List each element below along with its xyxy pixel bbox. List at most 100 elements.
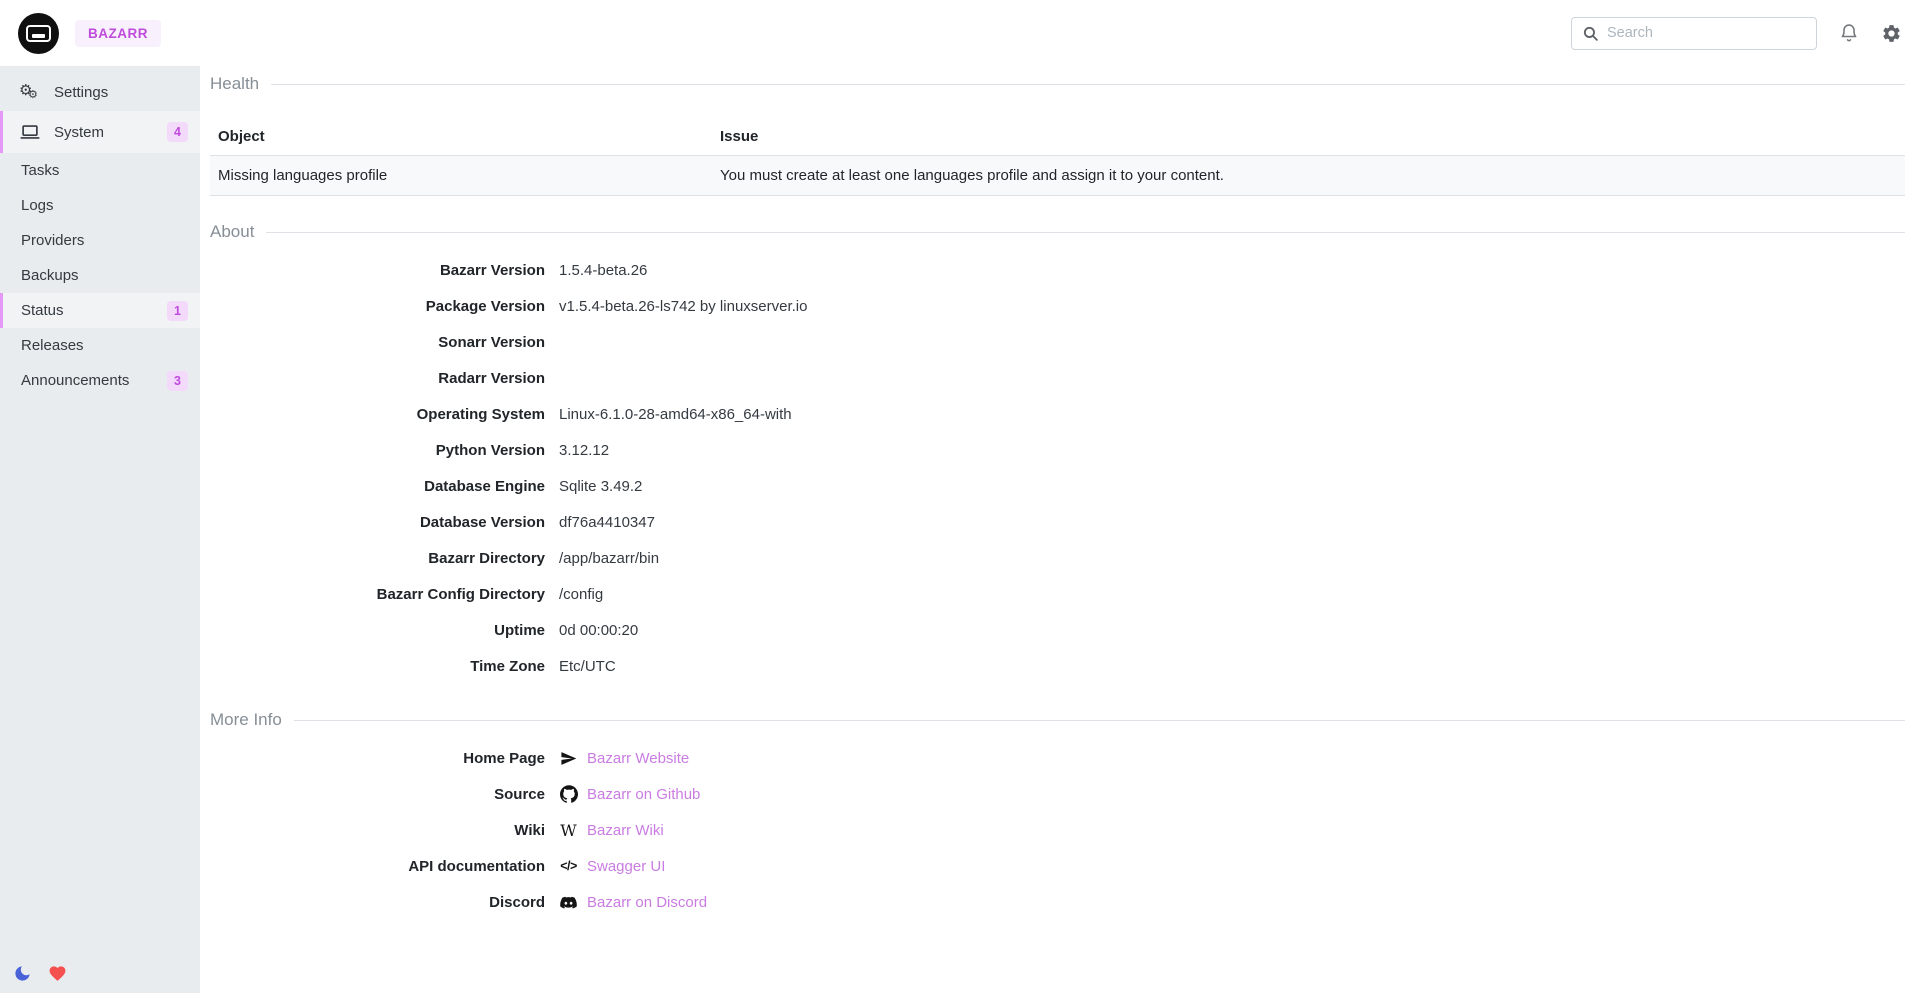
sidebar: ⚙⚙ Settings System 4 Tasks Logs Provider… <box>0 66 200 993</box>
notifications-button[interactable] <box>1839 23 1859 43</box>
section-divider <box>271 84 1905 85</box>
section-title-text: About <box>210 222 254 242</box>
column-header-object: Object <box>210 118 712 156</box>
paper-plane-icon <box>559 750 578 767</box>
code-icon: </> <box>559 859 578 873</box>
about-row-bazarr-directory: Bazarr Directory /app/bazarr/bin <box>210 540 1905 576</box>
main-content: Health Object Issue Missing languages pr… <box>200 66 1920 993</box>
about-value: v1.5.4-beta.26-ls742 by linuxserver.io <box>559 298 1905 315</box>
bazarr-logo[interactable] <box>18 13 59 54</box>
health-section-title: Health <box>210 74 1905 94</box>
search-icon <box>1582 25 1599 42</box>
sidebar-item-providers[interactable]: Providers <box>0 223 200 258</box>
health-object-cell: Missing languages profile <box>210 156 712 196</box>
brand-badge: BAZARR <box>75 20 161 47</box>
heart-icon <box>48 964 67 983</box>
moon-icon <box>13 964 32 983</box>
more-info-row-discord: Discord Bazarr on Discord <box>210 884 1905 920</box>
section-title-text: More Info <box>210 710 282 730</box>
about-section-title: About <box>210 222 1905 242</box>
announcements-count-badge: 3 <box>167 371 188 391</box>
sidebar-item-announcements[interactable]: Announcements 3 <box>0 363 200 398</box>
status-count-badge: 1 <box>167 301 188 321</box>
about-row-database-engine: Database Engine Sqlite 3.49.2 <box>210 468 1905 504</box>
home-page-link[interactable]: Bazarr Website <box>587 750 689 767</box>
health-table: Object Issue Missing languages profile Y… <box>210 118 1905 196</box>
about-value: /app/bazarr/bin <box>559 550 1905 567</box>
about-row-bazarr-config-directory: Bazarr Config Directory /config <box>210 576 1905 612</box>
sidebar-item-label: Backups <box>21 267 79 284</box>
section-divider <box>294 720 1905 721</box>
sidebar-item-label: Status <box>21 302 64 319</box>
section-divider <box>266 232 1905 233</box>
sidebar-item-label: Releases <box>21 337 84 354</box>
dark-mode-toggle[interactable] <box>13 964 32 983</box>
about-value: 0d 00:00:20 <box>559 622 1905 639</box>
about-row-radarr-version: Radarr Version <box>210 360 1905 396</box>
about-row-database-version: Database Version df76a4410347 <box>210 504 1905 540</box>
sidebar-item-settings[interactable]: ⚙⚙ Settings <box>0 73 200 111</box>
about-label: Database Engine <box>210 478 545 495</box>
sidebar-item-system[interactable]: System 4 <box>0 111 200 153</box>
about-value: df76a4410347 <box>559 514 1905 531</box>
more-info-row-source: Source Bazarr on Github <box>210 776 1905 812</box>
column-header-issue: Issue <box>712 118 1905 156</box>
gears-icon: ⚙⚙ <box>19 81 41 103</box>
about-label: Python Version <box>210 442 545 459</box>
more-info-row-wiki: Wiki W Bazarr Wiki <box>210 812 1905 848</box>
about-value: Linux-6.1.0-28-amd64-x86_64-with <box>559 406 1905 423</box>
sidebar-item-releases[interactable]: Releases <box>0 328 200 363</box>
gear-icon <box>1881 23 1902 44</box>
sidebar-item-label: Tasks <box>21 162 59 179</box>
search-input[interactable] <box>1607 25 1806 41</box>
about-label: Database Version <box>210 514 545 531</box>
health-issue-cell: You must create at least one languages p… <box>712 156 1905 196</box>
about-row-python-version: Python Version 3.12.12 <box>210 432 1905 468</box>
app-header: BAZARR <box>0 0 1920 66</box>
discord-icon <box>559 893 578 912</box>
about-row-bazarr-version: Bazarr Version 1.5.4-beta.26 <box>210 252 1905 288</box>
search-box[interactable] <box>1571 17 1817 50</box>
about-label: Radarr Version <box>210 370 545 387</box>
more-info-row-home-page: Home Page Bazarr Website <box>210 740 1905 776</box>
about-label: Operating System <box>210 406 545 423</box>
sidebar-footer <box>13 964 67 983</box>
wikipedia-icon: W <box>559 821 578 840</box>
about-row-sonarr-version: Sonarr Version <box>210 324 1905 360</box>
about-label: Bazarr Directory <box>210 550 545 567</box>
about-label: Sonarr Version <box>210 334 545 351</box>
sidebar-item-label: System <box>54 124 104 141</box>
bazarr-logo-icon <box>26 25 51 42</box>
sidebar-item-backups[interactable]: Backups <box>0 258 200 293</box>
about-row-operating-system: Operating System Linux-6.1.0-28-amd64-x8… <box>210 396 1905 432</box>
sidebar-item-label: Logs <box>21 197 54 214</box>
more-info-row-api-documentation: API documentation </> Swagger UI <box>210 848 1905 884</box>
more-info-list: Home Page Bazarr Website Source Bazarr o… <box>210 740 1905 920</box>
api-documentation-link[interactable]: Swagger UI <box>587 858 665 875</box>
sidebar-item-label: Providers <box>21 232 84 249</box>
sidebar-item-tasks[interactable]: Tasks <box>0 153 200 188</box>
about-value: 1.5.4-beta.26 <box>559 262 1905 279</box>
donate-button[interactable] <box>48 964 67 983</box>
about-list: Bazarr Version 1.5.4-beta.26 Package Ver… <box>210 252 1905 684</box>
about-value: Etc/UTC <box>559 658 1905 675</box>
source-link[interactable]: Bazarr on Github <box>587 786 700 803</box>
wiki-link[interactable]: Bazarr Wiki <box>587 822 664 839</box>
laptop-icon <box>19 121 41 143</box>
about-value: /config <box>559 586 1905 603</box>
discord-link[interactable]: Bazarr on Discord <box>587 894 707 911</box>
bell-icon <box>1839 23 1859 43</box>
sidebar-item-status[interactable]: Status 1 <box>0 293 200 328</box>
settings-menu-button[interactable] <box>1881 23 1902 44</box>
sidebar-item-label: Settings <box>54 84 108 101</box>
about-value: 3.12.12 <box>559 442 1905 459</box>
table-row: Missing languages profile You must creat… <box>210 156 1905 196</box>
about-label: Bazarr Version <box>210 262 545 279</box>
about-label: Package Version <box>210 298 545 315</box>
about-label: Bazarr Config Directory <box>210 586 545 603</box>
more-info-label: Source <box>210 786 545 803</box>
about-row-uptime: Uptime 0d 00:00:20 <box>210 612 1905 648</box>
more-info-label: Home Page <box>210 750 545 767</box>
sidebar-item-logs[interactable]: Logs <box>0 188 200 223</box>
about-label: Uptime <box>210 622 545 639</box>
